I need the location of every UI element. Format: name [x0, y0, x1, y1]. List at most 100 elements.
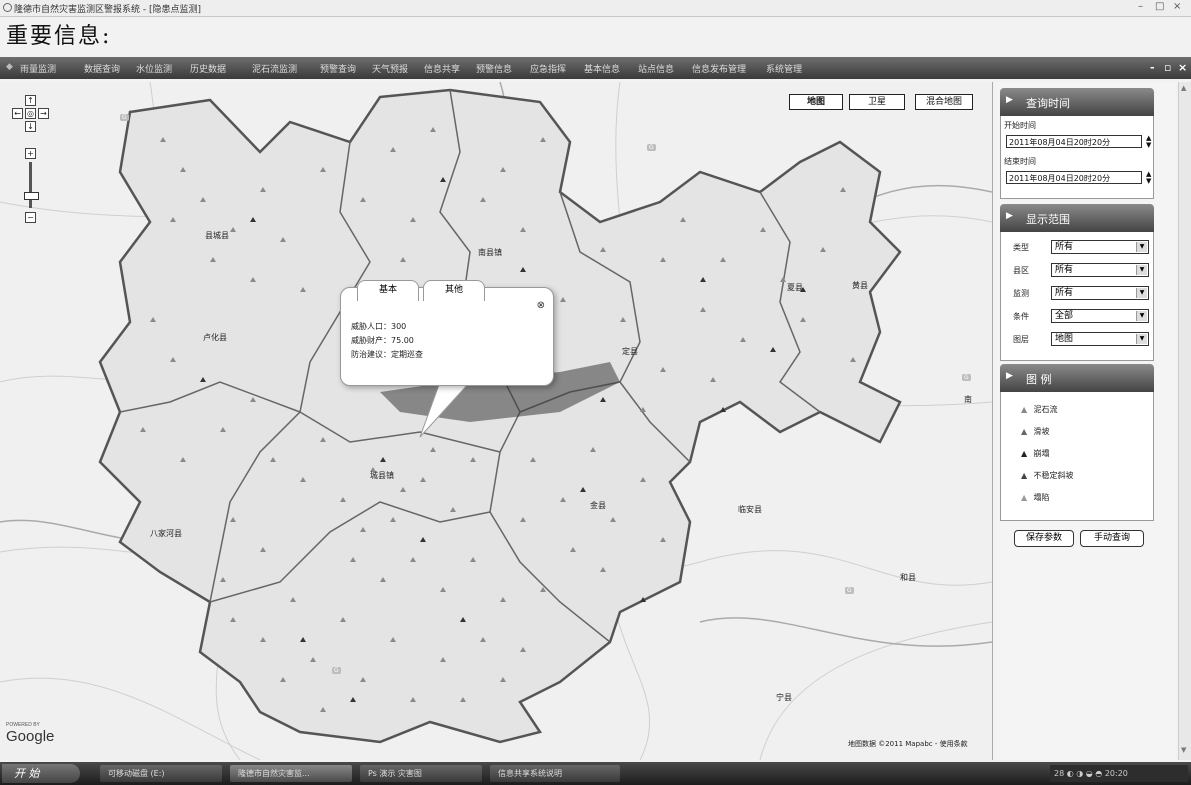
popup-tab-other[interactable]: 其他 — [423, 280, 485, 301]
info-popup: 基本 其他 ⊗ 威胁人口：300 威胁财产：75.00 防治建议：定期巡查 — [340, 280, 554, 386]
side-panel: ▶ 查询时间 开始时间 2011年08月04日20时20分 ▲ ▼ 结束时间 20… — [996, 82, 1176, 760]
chevron-down-icon: ▼ — [1136, 242, 1147, 252]
title-bar: 隆德市自然灾害监测区警报系统 - [隐患点监测] – □ × — [0, 0, 1191, 17]
chevron-down-icon: ▼ — [1136, 334, 1147, 344]
menu-item-history[interactable]: 历史数据 — [190, 62, 226, 75]
menu-item-warning-query[interactable]: 预警查询 — [320, 62, 356, 75]
road-shield: G — [647, 144, 656, 151]
type-label: 类型 — [1013, 243, 1029, 252]
place-label: 金县 — [590, 501, 606, 510]
legend-item: ▲ 滑坡 — [1021, 427, 1050, 436]
menu-item-warning-info[interactable]: 预警信息 — [476, 62, 512, 75]
place-label: 宁县 — [776, 693, 792, 702]
triangle-icon: ▲ — [1021, 471, 1028, 480]
monitor-select[interactable]: 所有 ▼ — [1051, 286, 1149, 300]
place-label: 黄县 — [852, 281, 868, 290]
inner-minimize-icon[interactable]: - — [1150, 61, 1155, 74]
start-button[interactable]: 开 始 — [2, 764, 80, 783]
system-tray[interactable]: 28 ◐ ◑ ◒ ◓ 20:20 — [1050, 765, 1188, 782]
map-copyright[interactable]: 地图数据 ©2011 Mapabc - 使用条款 — [848, 739, 968, 749]
legend-item: ▲ 泥石流 — [1021, 405, 1058, 414]
pan-down-icon[interactable]: ↓ — [25, 121, 36, 132]
inner-restore-icon[interactable]: ▫ — [1164, 61, 1171, 74]
popup-population: 威胁人口：300 — [351, 322, 407, 331]
menu-item-publish[interactable]: 信息发布管理 — [692, 62, 746, 75]
menu-item-debris[interactable]: 泥石流监测 — [252, 62, 297, 75]
menu-item-basic[interactable]: 基本信息 — [584, 62, 620, 75]
place-label: 南县镇 — [478, 248, 502, 257]
manual-query-button[interactable]: 手动查询 — [1080, 530, 1144, 547]
taskbar-item[interactable]: 可移动磁盘 (E:) — [100, 765, 222, 782]
page-title: 重要信息: — [6, 24, 112, 49]
close-icon[interactable]: × — [1173, 1, 1181, 12]
legend-panel-header[interactable]: ▶ 图 例 — [1000, 364, 1154, 392]
place-label: 城县镇 — [370, 471, 394, 480]
chevron-down-icon: ▼ — [1136, 265, 1147, 275]
place-label: 县城县 — [205, 231, 229, 240]
menu-item-share[interactable]: 信息共享 — [424, 62, 460, 75]
menu-item-system[interactable]: 系统管理 — [766, 62, 802, 75]
taskbar-item-active[interactable]: 隆德市自然灾害监... — [230, 765, 352, 782]
range-panel-header[interactable]: ▶ 显示范围 — [1000, 204, 1154, 232]
triangle-icon: ▲ — [1021, 405, 1028, 414]
road-shield: G — [845, 587, 854, 594]
start-time-input[interactable]: 2011年08月04日20时20分 — [1006, 135, 1142, 148]
vertical-scrollbar[interactable]: ▲ ▼ — [1178, 82, 1191, 760]
menu-item-emergency[interactable]: 应急指挥 — [530, 62, 566, 75]
taskbar: 开 始 可移动磁盘 (E:) 隆德市自然灾害监... Ps 演示 灾害图 信息共… — [0, 762, 1191, 785]
inner-close-icon[interactable]: × — [1178, 61, 1187, 74]
zoom-slider-handle[interactable] — [24, 192, 39, 200]
place-label: 定县 — [622, 347, 638, 356]
zoom-out-icon[interactable]: − — [25, 212, 36, 223]
popup-tab-basic[interactable]: 基本 — [357, 280, 419, 301]
place-label: 夏县 — [787, 283, 803, 292]
pan-up-icon[interactable]: ↑ — [25, 95, 36, 106]
menu-item-station[interactable]: 站点信息 — [638, 62, 674, 75]
time-panel-header[interactable]: ▶ 查询时间 — [1000, 88, 1154, 116]
place-label: 临安县 — [738, 505, 762, 514]
google-logo: POWERED BY Google — [6, 722, 55, 745]
triangle-icon: ▲ — [1021, 449, 1028, 458]
expand-arrow-icon: ▶ — [1006, 371, 1013, 381]
county-label: 县区 — [1013, 266, 1029, 275]
zoom-slider-track[interactable] — [29, 162, 32, 208]
county-select[interactable]: 所有 ▼ — [1051, 263, 1149, 277]
pan-right-icon[interactable]: → — [38, 108, 49, 119]
maptype-satellite-button[interactable]: 卫星 — [849, 94, 905, 110]
layer-label: 图层 — [1013, 335, 1029, 344]
pan-left-icon[interactable]: ← — [12, 108, 23, 119]
place-label: 卢化县 — [203, 333, 227, 342]
minimize-icon[interactable]: – — [1138, 1, 1143, 12]
maptype-hybrid-button[interactable]: 混合地图 — [915, 94, 973, 110]
condition-select[interactable]: 全部 ▼ — [1051, 309, 1149, 323]
menu-item-query[interactable]: 数据查询 — [84, 62, 120, 75]
chevron-down-icon: ▼ — [1136, 288, 1147, 298]
maptype-map-button[interactable]: 地图 — [789, 94, 843, 110]
popup-close-icon[interactable]: ⊗ — [537, 300, 545, 311]
map-area[interactable]: ↑ ← ◎ → ↓ + − 地图 卫星 混合地图 G G G G G 县城县 南… — [0, 82, 993, 760]
app-logo-icon — [3, 3, 12, 12]
taskbar-item[interactable]: 信息共享系统说明 — [490, 765, 620, 782]
taskbar-item[interactable]: Ps 演示 灾害图 — [360, 765, 482, 782]
maximize-icon[interactable]: □ — [1155, 1, 1164, 12]
menu-item-water[interactable]: 水位监测 — [136, 62, 172, 75]
popup-property: 威胁财产：75.00 — [351, 336, 414, 345]
monitor-label: 监测 — [1013, 289, 1029, 298]
expand-arrow-icon: ▶ — [1006, 211, 1013, 221]
scroll-down-icon: ▼ — [1181, 746, 1187, 754]
place-label: 八家河县 — [150, 529, 182, 538]
end-time-input[interactable]: 2011年08月04日20时20分 — [1006, 171, 1142, 184]
type-select[interactable]: 所有 ▼ — [1051, 240, 1149, 254]
menu-item-rain[interactable]: 雨量监测 — [20, 62, 56, 75]
layer-select[interactable]: 地图 ▼ — [1051, 332, 1149, 346]
menu-item-weather[interactable]: 天气预报 — [372, 62, 408, 75]
menu-bar: ◆ 雨量监测 数据查询 水位监测 历史数据 泥石流监测 预警查询 天气预报 信息… — [0, 57, 1191, 79]
end-time-spinner-icon[interactable]: ▲ ▼ — [1146, 171, 1151, 185]
map-terrain — [0, 82, 992, 760]
pan-center-icon[interactable]: ◎ — [25, 108, 36, 119]
time-panel: 开始时间 2011年08月04日20时20分 ▲ ▼ 结束时间 2011年08月0… — [1000, 116, 1154, 199]
start-time-spinner-icon[interactable]: ▲ ▼ — [1146, 135, 1151, 149]
triangle-icon: ▲ — [1021, 493, 1028, 502]
zoom-in-icon[interactable]: + — [25, 148, 36, 159]
save-params-button[interactable]: 保存参数 — [1014, 530, 1074, 547]
